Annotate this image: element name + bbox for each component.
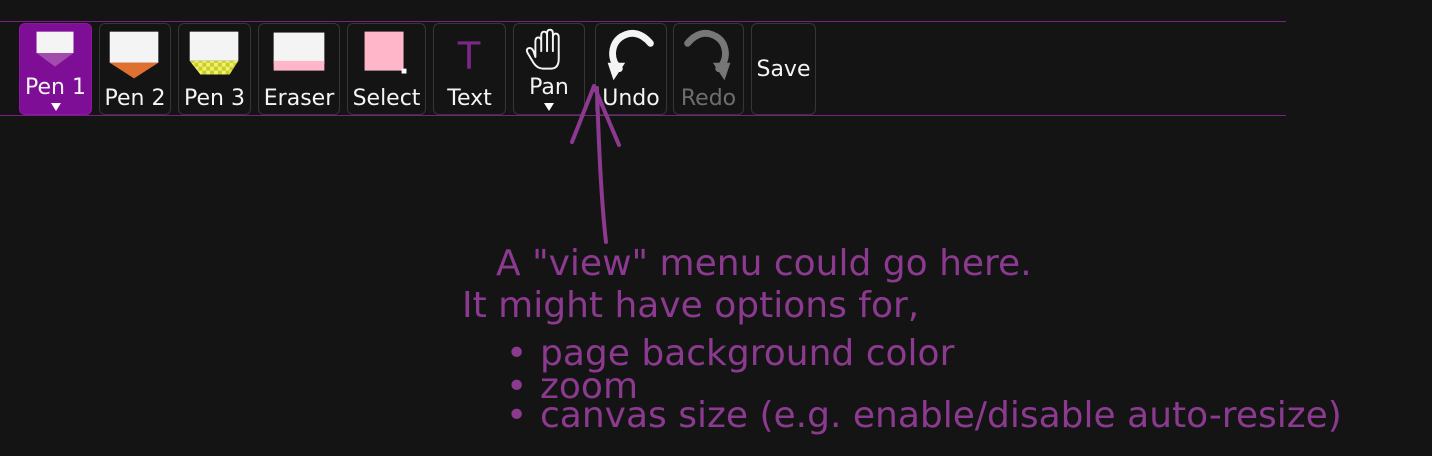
annotation-bullet-3: • canvas size (e.g. enable/disable auto-r…	[506, 396, 1342, 436]
editor-window: Pen 1 Pen 2 Pen 3 Eraser Select T Text P…	[0, 0, 1432, 456]
bullet-dot: •	[506, 395, 528, 436]
annotation-line-1: A "view" menu could go here.	[496, 243, 1032, 284]
annotation-line-2: It might have options for,	[462, 285, 920, 326]
annotation-arrow-icon	[570, 84, 621, 244]
bullet-text: canvas size (e.g. enable/disable auto-re…	[540, 395, 1342, 436]
